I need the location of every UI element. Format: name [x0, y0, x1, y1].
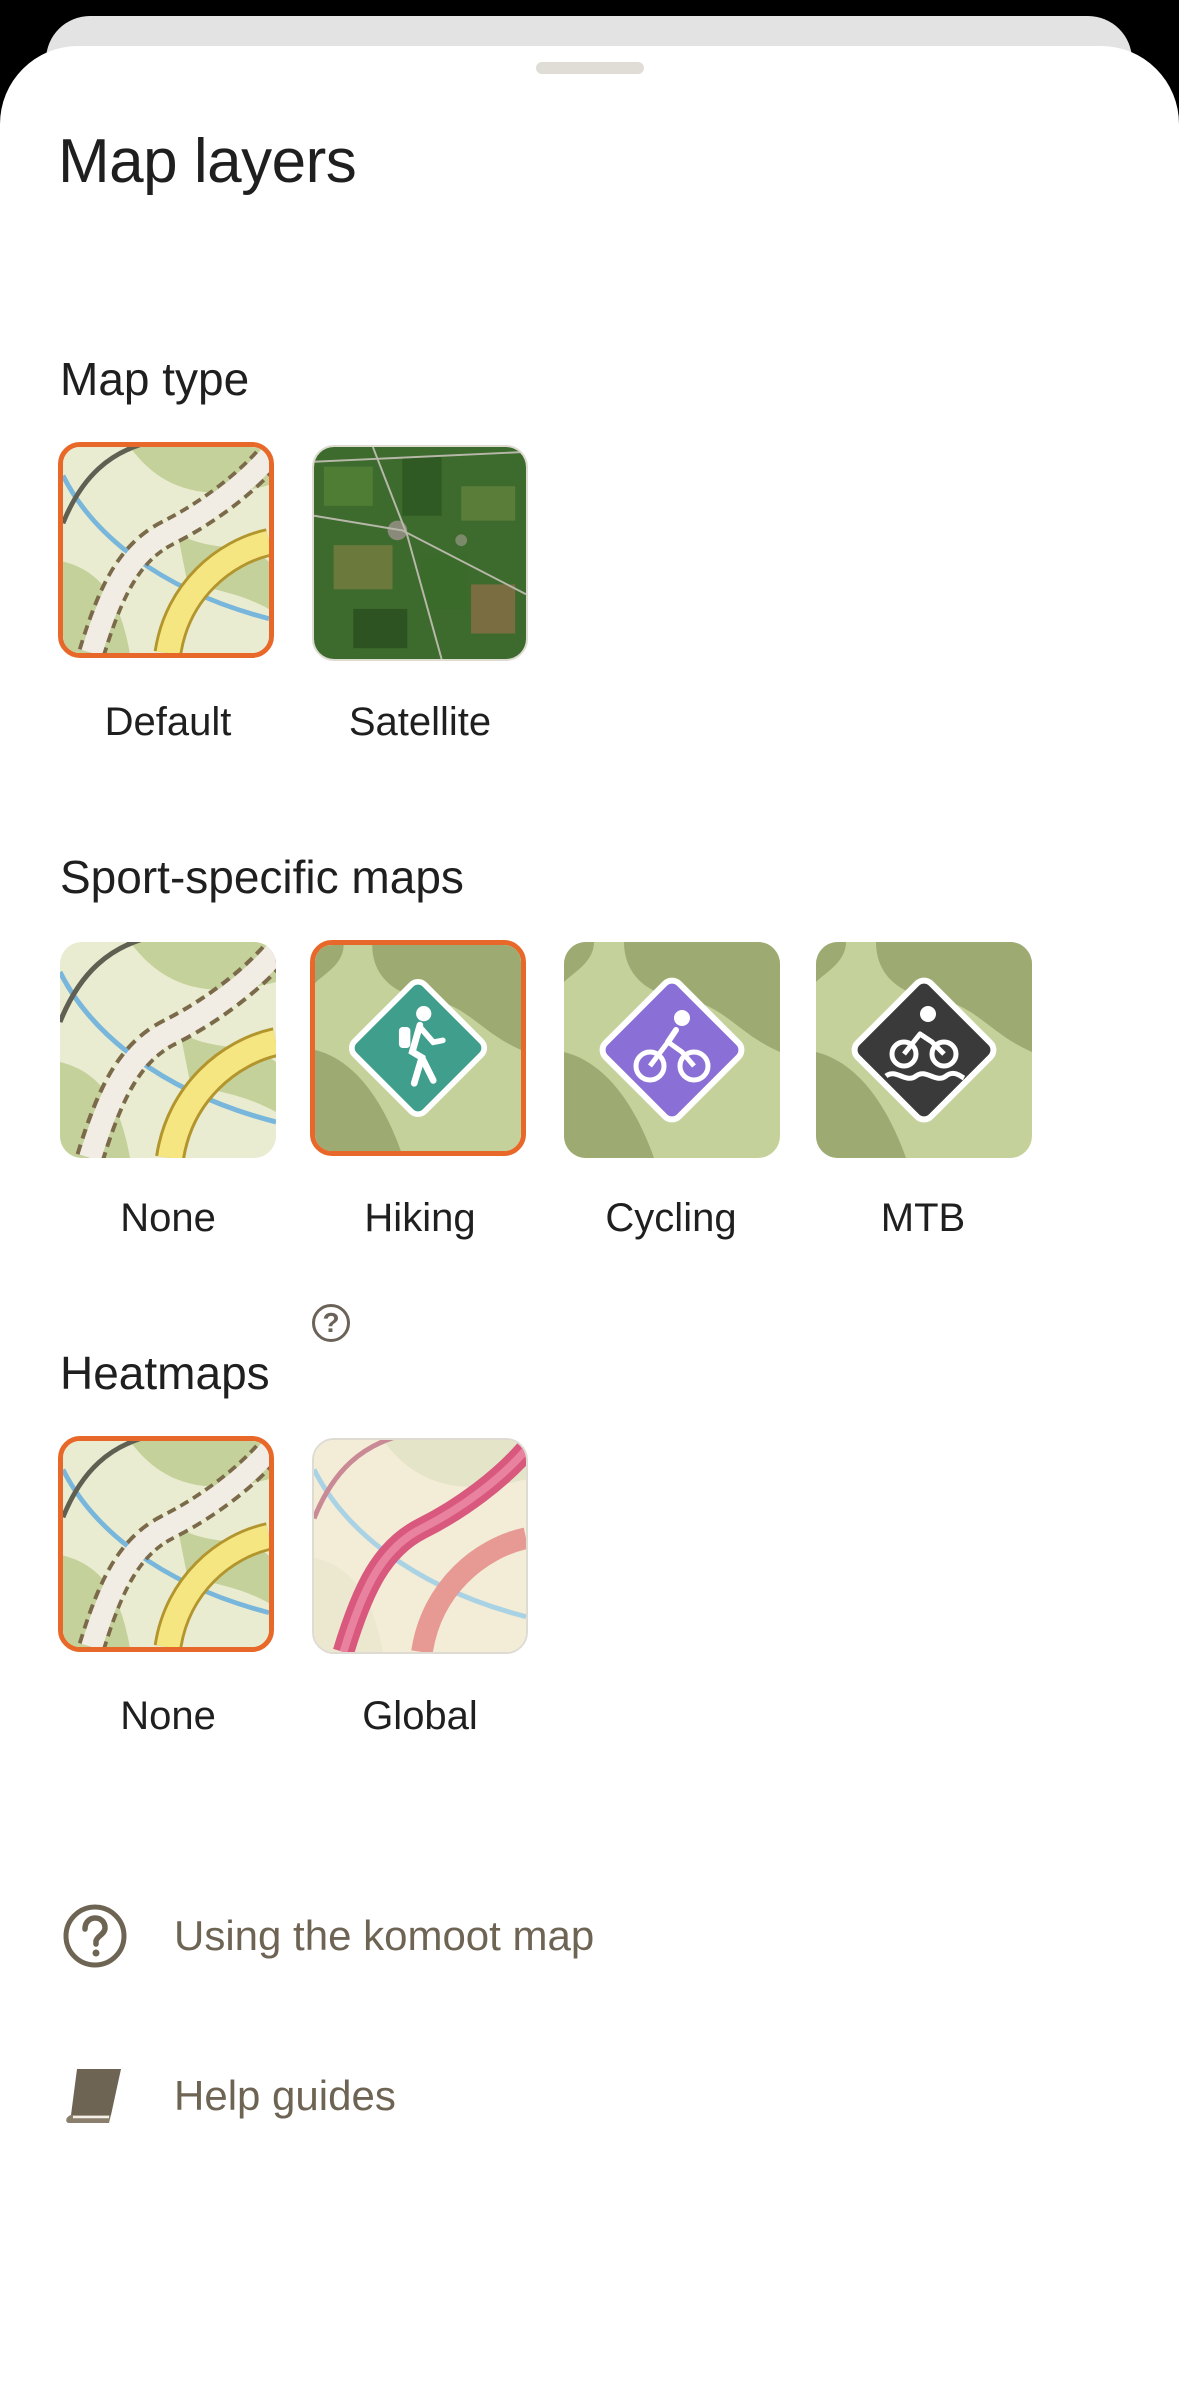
section-title-sport-maps: Sport-specific maps: [60, 851, 464, 903]
map-type-default-option[interactable]: [58, 442, 274, 658]
map-type-default-label: Default: [104, 700, 232, 744]
map-type-satellite-option[interactable]: [312, 445, 528, 661]
sport-map-none-option[interactable]: [60, 942, 276, 1158]
heatmap-none-label: None: [120, 1694, 216, 1738]
help-guides-label: Help guides: [174, 2072, 396, 2119]
heatmap-none-option[interactable]: [58, 1436, 274, 1652]
sport-map-mtb-label: MTB: [880, 1196, 966, 1240]
question-circle-icon: [60, 1901, 130, 1971]
help-guides-link[interactable]: Help guides: [60, 2056, 396, 2136]
book-icon: [60, 2061, 130, 2131]
sheet-drag-handle[interactable]: [536, 62, 644, 74]
sport-map-none-label: None: [120, 1196, 216, 1240]
heatmaps-help-icon[interactable]: ?: [312, 1304, 350, 1342]
sport-map-hiking-label: Hiking: [364, 1196, 476, 1240]
sport-map-mtb-option[interactable]: [816, 942, 1032, 1158]
sport-map-cycling-label: Cycling: [605, 1196, 737, 1240]
map-type-satellite-label: Satellite: [348, 700, 492, 744]
page-title: Map layers: [58, 127, 357, 196]
heatmap-global-label: Global: [362, 1694, 478, 1738]
section-title-heatmaps: Heatmaps: [60, 1347, 270, 1399]
using-komoot-map-link[interactable]: Using the komoot map: [60, 1896, 594, 1976]
using-komoot-map-label: Using the komoot map: [174, 1912, 595, 1959]
section-title-map-type: Map type: [60, 353, 250, 405]
sport-map-hiking-option[interactable]: [310, 940, 526, 1156]
heatmap-global-option[interactable]: [312, 1438, 528, 1654]
sport-map-cycling-option[interactable]: [564, 942, 780, 1158]
